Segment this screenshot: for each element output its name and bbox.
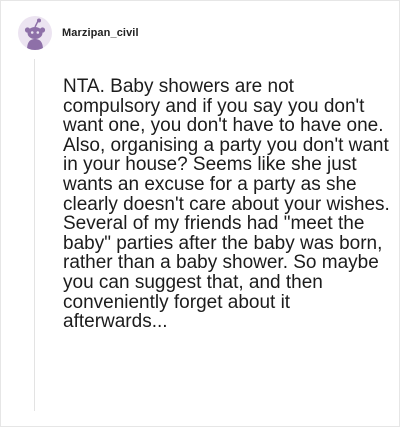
avatar[interactable] [18, 16, 52, 50]
thread-line[interactable] [34, 59, 35, 411]
comment-body: NTA. Baby showers are not compulsory and… [63, 76, 390, 333]
username[interactable]: Marzipan_civil [62, 27, 139, 39]
comment-card: Marzipan_civil NTA. Baby showers are not… [0, 0, 400, 427]
comment-header: Marzipan_civil [18, 16, 139, 50]
reddit-snoo-avatar-icon [24, 18, 46, 50]
